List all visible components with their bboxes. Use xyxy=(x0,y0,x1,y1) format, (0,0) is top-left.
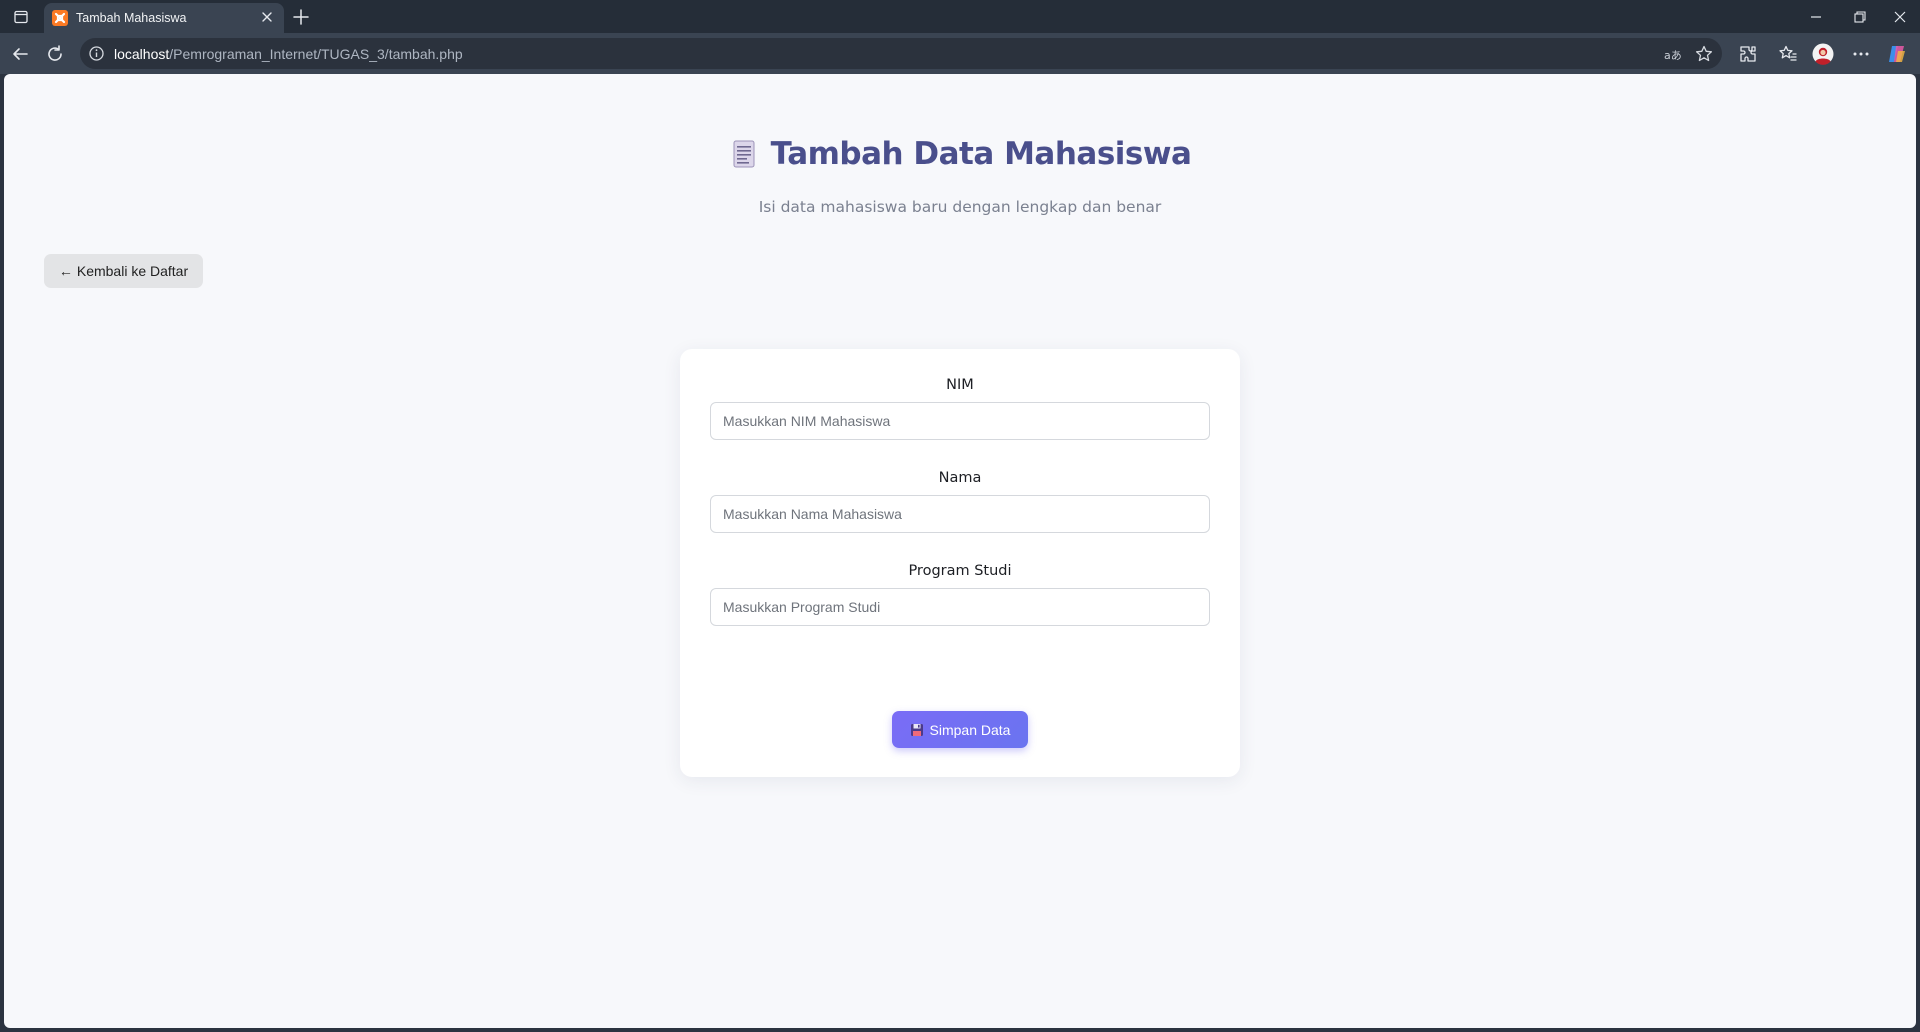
save-button-label: Simpan Data xyxy=(929,721,1011,738)
more-options-icon[interactable] xyxy=(1850,43,1872,65)
nim-label: NIM xyxy=(946,377,974,393)
extensions-icon[interactable] xyxy=(1737,43,1759,65)
site-info-icon[interactable] xyxy=(88,45,105,62)
tab-title: Tambah Mahasiswa xyxy=(76,11,187,25)
read-aloud-icon[interactable]: aあ xyxy=(1662,44,1682,64)
restore-icon[interactable] xyxy=(1840,0,1880,33)
tab-close-icon[interactable] xyxy=(258,8,276,26)
close-window-icon[interactable] xyxy=(1880,0,1920,33)
browser-toolbar: localhost/Pemrograman_Internet/TUGAS_3/t… xyxy=(0,33,1920,74)
copilot-icon[interactable] xyxy=(1886,43,1908,65)
reload-icon[interactable] xyxy=(44,43,66,65)
url-path: /Pemrograman_Internet/TUGAS_3/tambah.php xyxy=(169,46,463,62)
back-to-list-button[interactable]: ← Kembali ke Daftar xyxy=(44,254,203,288)
back-button-label: Kembali ke Daftar xyxy=(76,263,189,279)
address-bar[interactable]: localhost/Pemrograman_Internet/TUGAS_3/t… xyxy=(80,38,1722,69)
svg-text:aあ: aあ xyxy=(1664,49,1682,62)
nim-input[interactable] xyxy=(710,402,1210,440)
page-heading: Tambah Data Mahasiswa xyxy=(4,136,1916,172)
add-student-form: NIM Nama Program Studi Simpan Data xyxy=(680,349,1240,777)
minimize-icon[interactable] xyxy=(1796,0,1836,33)
favorites-icon[interactable] xyxy=(1777,43,1799,65)
xampp-icon xyxy=(52,10,68,26)
document-icon xyxy=(729,138,759,170)
floppy-disk-icon xyxy=(910,723,924,737)
browser-tab-bar: Tambah Mahasiswa xyxy=(0,0,1920,33)
new-tab-icon[interactable] xyxy=(290,6,312,28)
nama-input[interactable] xyxy=(710,495,1210,533)
url-host: localhost xyxy=(114,46,170,62)
page-viewport: Tambah Data Mahasiswa Isi data mahasiswa… xyxy=(4,74,1916,1028)
avatar[interactable] xyxy=(1812,43,1834,65)
url-text: localhost/Pemrograman_Internet/TUGAS_3/t… xyxy=(114,46,463,62)
prodi-label: Program Studi xyxy=(908,563,1012,579)
favorite-star-icon[interactable] xyxy=(1694,44,1714,64)
save-data-button[interactable]: Simpan Data xyxy=(892,711,1028,748)
back-arrow-icon[interactable] xyxy=(9,43,31,65)
nama-label: Nama xyxy=(938,470,982,486)
browser-tab-active[interactable]: Tambah Mahasiswa xyxy=(44,3,284,33)
back-arrow-glyph: ← xyxy=(58,263,73,279)
tab-actions-icon[interactable] xyxy=(10,0,32,33)
prodi-input[interactable] xyxy=(710,588,1210,626)
page-title: Tambah Data Mahasiswa xyxy=(770,136,1192,172)
page-subtitle: Isi data mahasiswa baru dengan lengkap d… xyxy=(758,198,1162,216)
